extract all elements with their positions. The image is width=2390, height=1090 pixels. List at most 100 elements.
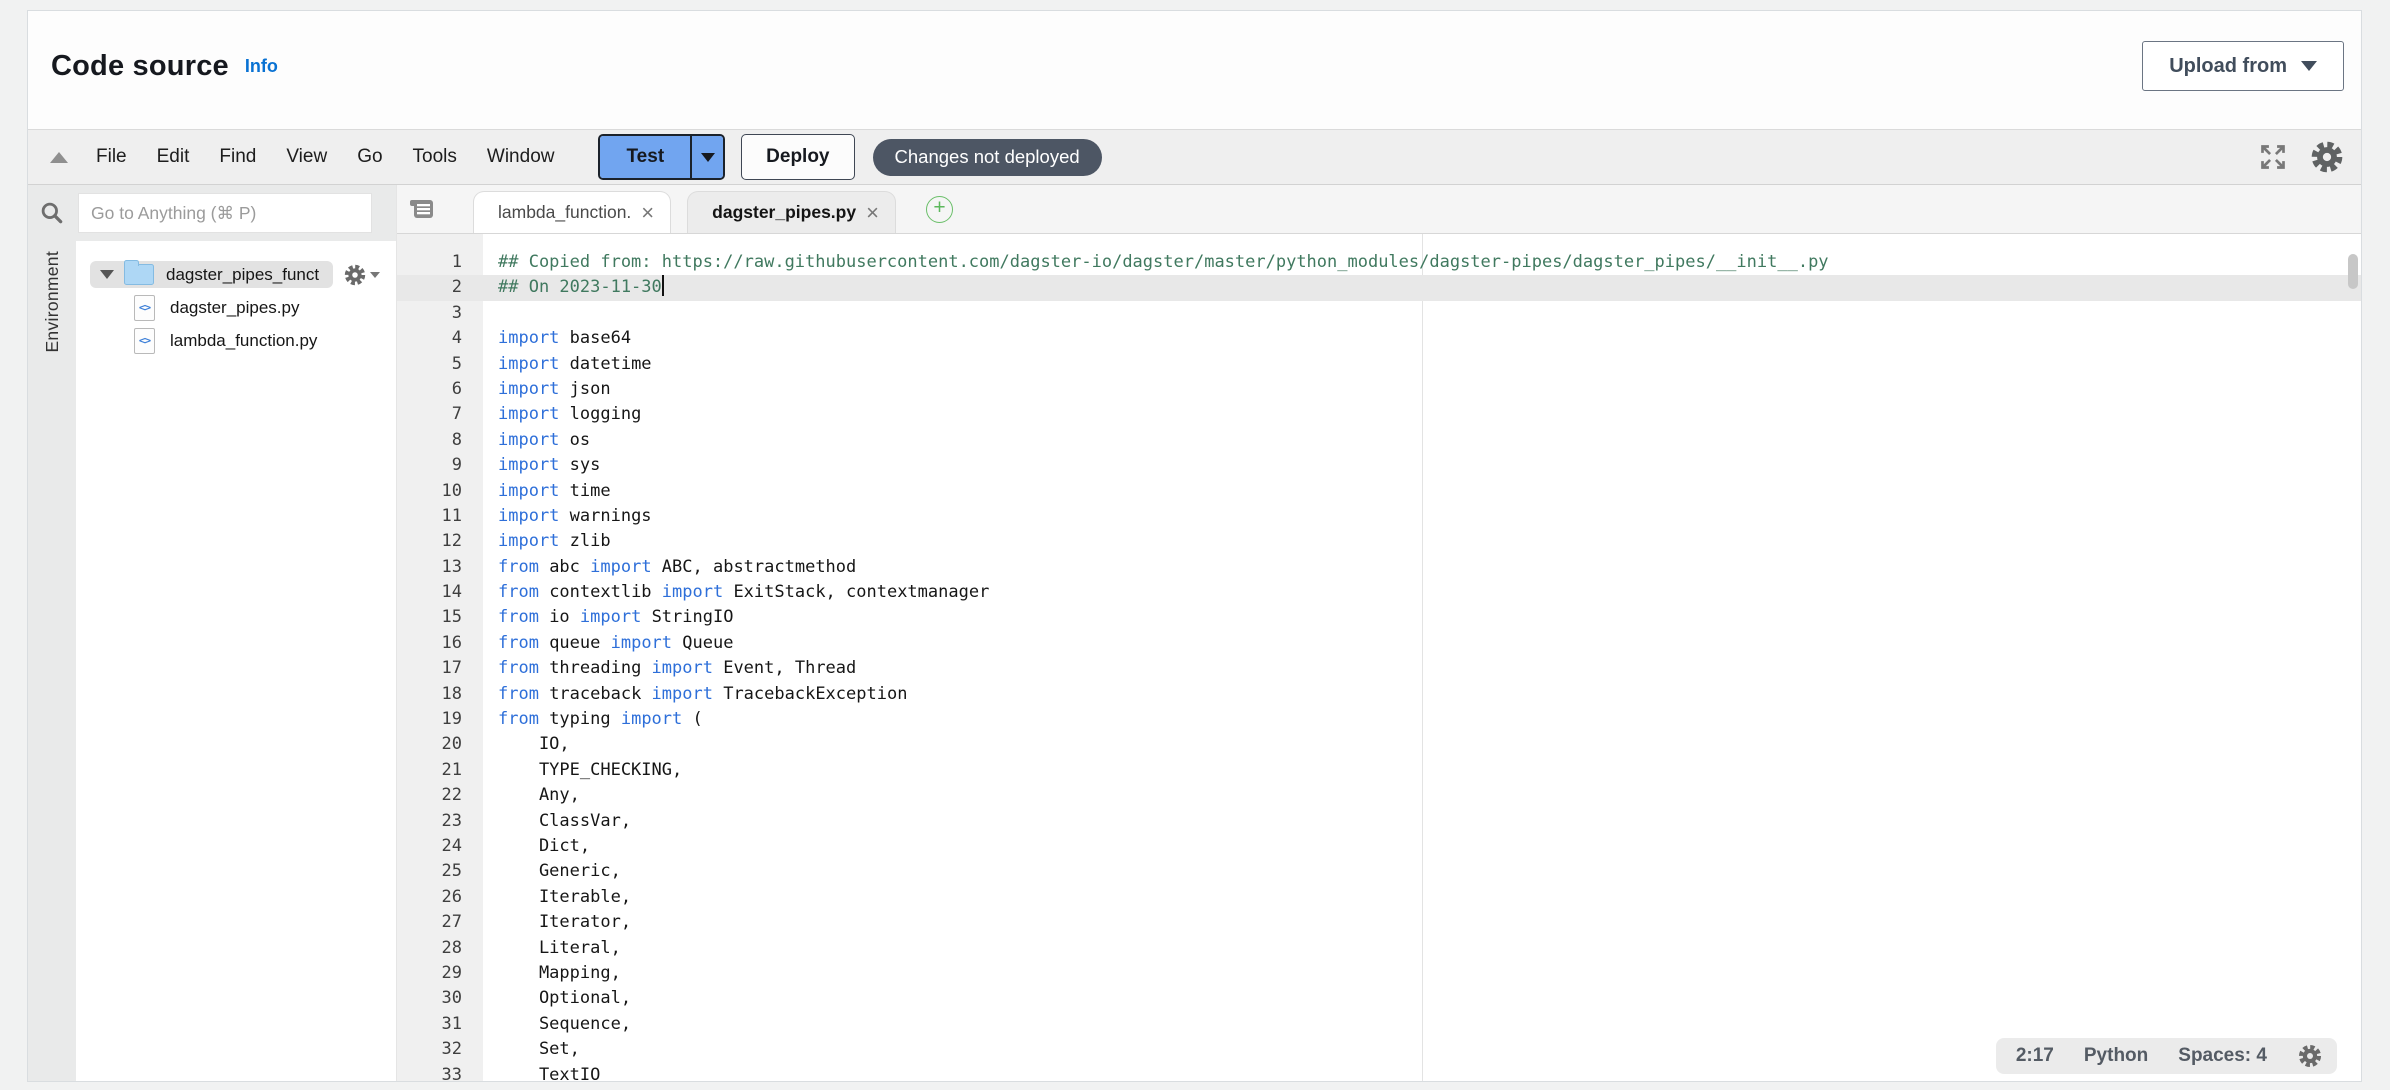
code-text: TYPE_CHECKING, — [483, 758, 682, 783]
code-text: import json — [483, 377, 611, 402]
code-line[interactable]: 11import warnings — [397, 504, 2361, 529]
editor-column: lambda_function. × dagster_pipes.py × + 1##… — [396, 185, 2361, 1081]
code-line[interactable]: 12import zlib — [397, 529, 2361, 554]
file-row[interactable]: <>lambda_function.py — [76, 324, 396, 357]
code-editor[interactable]: 1## Copied from: https://raw.githubuserc… — [397, 234, 2361, 1081]
line-number: 32 — [397, 1037, 483, 1062]
code-line[interactable]: 13from abc import ABC, abstractmethod — [397, 555, 2361, 580]
settings-button[interactable] — [2309, 139, 2345, 175]
line-number: 28 — [397, 936, 483, 961]
gear-icon[interactable] — [2297, 1043, 2323, 1069]
info-link[interactable]: Info — [245, 56, 278, 77]
panel-header: Code source Info Upload from — [28, 11, 2361, 129]
menu-go[interactable]: Go — [357, 146, 382, 168]
code-line[interactable]: 3 — [397, 301, 2361, 326]
tab-close-icon[interactable]: × — [641, 202, 654, 224]
code-line[interactable]: 1## Copied from: https://raw.githubuserc… — [397, 250, 2361, 275]
tab-list-button[interactable] — [409, 197, 435, 221]
deploy-button[interactable]: Deploy — [741, 134, 854, 180]
deploy-status-badge: Changes not deployed — [873, 139, 1102, 176]
code-line[interactable]: 17from threading import Event, Thread — [397, 656, 2361, 681]
code-line[interactable]: 14from contextlib import ExitStack, cont… — [397, 580, 2361, 605]
new-tab-button[interactable]: + — [926, 196, 953, 223]
code-text: ## On 2023-11-30 — [483, 275, 664, 300]
test-dropdown-button[interactable] — [690, 136, 723, 178]
test-button[interactable]: Test — [600, 136, 690, 178]
line-number: 31 — [397, 1012, 483, 1037]
code-line[interactable]: 31 Sequence, — [397, 1012, 2361, 1037]
folder-icon — [124, 264, 154, 285]
line-number: 2 — [397, 275, 483, 300]
code-line[interactable]: 21 TYPE_CHECKING, — [397, 758, 2361, 783]
line-number: 33 — [397, 1063, 483, 1082]
code-line[interactable]: 7import logging — [397, 402, 2361, 427]
code-line[interactable]: 25 Generic, — [397, 859, 2361, 884]
code-line[interactable]: 8import os — [397, 428, 2361, 453]
code-line[interactable]: 4import base64 — [397, 326, 2361, 351]
code-line[interactable]: 26 Iterable, — [397, 885, 2361, 910]
code-line[interactable]: 23 ClassVar, — [397, 809, 2361, 834]
test-button-group: Test — [598, 134, 725, 180]
line-number: 19 — [397, 707, 483, 732]
code-line[interactable]: 10import time — [397, 479, 2361, 504]
folder-settings-button[interactable] — [343, 263, 380, 287]
code-text: from traceback import TracebackException — [483, 682, 907, 707]
environment-tab-label[interactable]: Environment — [42, 251, 63, 353]
code-text: TextIO — [483, 1063, 600, 1082]
chevron-down-icon — [701, 153, 715, 162]
code-line[interactable]: 27 Iterator, — [397, 910, 2361, 935]
code-text: from io import StringIO — [483, 605, 733, 630]
chevron-down-icon — [2301, 61, 2317, 71]
folder-row[interactable]: dagster_pipes_funct — [76, 258, 396, 291]
collapse-up-icon[interactable] — [50, 152, 68, 163]
goto-anything-input[interactable] — [78, 193, 372, 233]
code-line[interactable]: 28 Literal, — [397, 936, 2361, 961]
code-line[interactable]: 19from typing import ( — [397, 707, 2361, 732]
code-line[interactable]: 15from io import StringIO — [397, 605, 2361, 630]
file-sidebar: dagster_pipes_funct <>dagster_pipes.py<>… — [76, 185, 396, 1081]
line-number: 30 — [397, 986, 483, 1011]
code-line[interactable]: 5import datetime — [397, 352, 2361, 377]
upload-from-button[interactable]: Upload from — [2142, 41, 2344, 91]
code-text: import datetime — [483, 352, 652, 377]
page-title: Code source — [51, 50, 229, 83]
tab-label: dagster_pipes.py — [712, 202, 856, 223]
folder-expand-icon[interactable] — [100, 270, 114, 279]
code-line[interactable]: 18from traceback import TracebackExcepti… — [397, 682, 2361, 707]
line-number: 10 — [397, 479, 483, 504]
menu-find[interactable]: Find — [219, 146, 256, 168]
code-line[interactable]: 9import sys — [397, 453, 2361, 478]
line-number: 4 — [397, 326, 483, 351]
code-source-panel: Code source Info Upload from File Edit Fin… — [27, 10, 2362, 1082]
tab-lambda_function[interactable]: lambda_function. × — [473, 191, 671, 233]
selected-folder[interactable]: dagster_pipes_funct — [90, 261, 333, 288]
indent-setting[interactable]: Spaces: 4 — [2178, 1045, 2267, 1067]
menu-window[interactable]: Window — [487, 146, 555, 168]
code-line[interactable]: 24 Dict, — [397, 834, 2361, 859]
tab-dagster_pipes.py[interactable]: dagster_pipes.py × — [687, 191, 896, 233]
vertical-scrollbar-thumb[interactable] — [2348, 254, 2358, 289]
code-text: import warnings — [483, 504, 652, 529]
file-row[interactable]: <>dagster_pipes.py — [76, 291, 396, 324]
code-line[interactable]: 30 Optional, — [397, 986, 2361, 1011]
menu-file[interactable]: File — [96, 146, 127, 168]
fullscreen-button[interactable] — [2259, 143, 2287, 171]
menu-view[interactable]: View — [286, 146, 327, 168]
code-line[interactable]: 2## On 2023-11-30 — [397, 275, 2361, 300]
line-number: 23 — [397, 809, 483, 834]
cursor-position[interactable]: 2:17 — [2016, 1045, 2054, 1067]
upload-from-label: Upload from — [2169, 55, 2287, 78]
code-line[interactable]: 20 IO, — [397, 732, 2361, 757]
language-mode[interactable]: Python — [2084, 1045, 2148, 1067]
menu-tools[interactable]: Tools — [413, 146, 457, 168]
menu-edit[interactable]: Edit — [157, 146, 190, 168]
line-number: 24 — [397, 834, 483, 859]
line-number: 13 — [397, 555, 483, 580]
code-line[interactable]: 29 Mapping, — [397, 961, 2361, 986]
code-line[interactable]: 6import json — [397, 377, 2361, 402]
file-name: dagster_pipes.py — [170, 298, 299, 318]
tab-close-icon[interactable]: × — [866, 202, 879, 224]
tab-label: lambda_function. — [498, 202, 631, 223]
code-line[interactable]: 22 Any, — [397, 783, 2361, 808]
code-line[interactable]: 16from queue import Queue — [397, 631, 2361, 656]
